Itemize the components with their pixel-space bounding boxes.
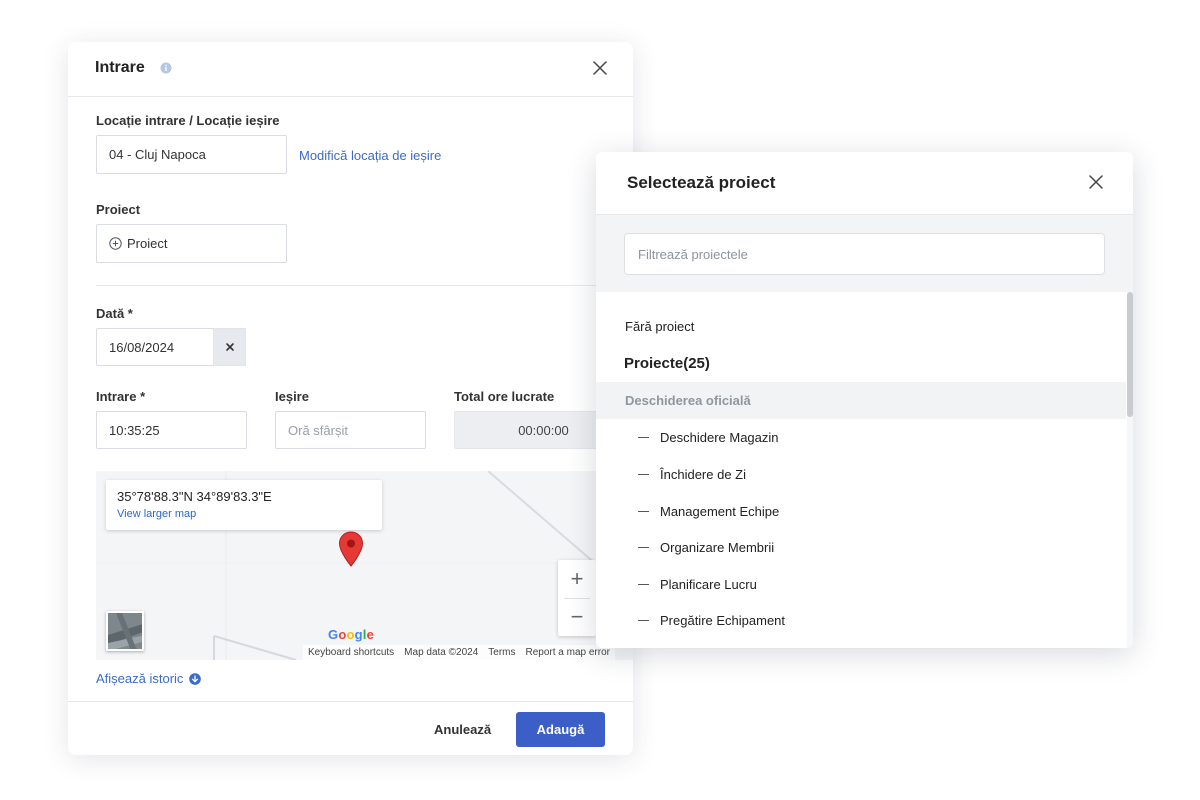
view-larger-map-link[interactable]: View larger map	[117, 508, 196, 520]
dialog-header: Intrare	[68, 42, 633, 97]
tree-dash	[638, 620, 649, 621]
map-footer: Keyboard shortcuts Map data ©2024 Terms …	[303, 645, 615, 660]
tree-dash	[638, 584, 649, 585]
show-history-link[interactable]: Afișează istoric	[96, 671, 202, 686]
picker-close-icon[interactable]	[1086, 172, 1106, 192]
date-field[interactable]: 16/08/2024	[96, 328, 214, 366]
map-data-text: Map data ©2024	[404, 647, 479, 658]
project-list: Fără proiect Proiecte(25) Deschiderea of…	[596, 292, 1126, 648]
clear-icon	[225, 343, 234, 351]
dialog-title: Intrare	[95, 59, 145, 76]
project-option-label: Închidere de Zi	[660, 467, 746, 482]
terms-link[interactable]: Terms	[483, 645, 520, 660]
project-group-header: Deschiderea oficială	[596, 382, 1126, 419]
show-history-label: Afișează istoric	[96, 671, 184, 686]
tree-dash	[638, 474, 649, 475]
zoom-in-button[interactable]: +	[558, 560, 596, 598]
tree-dash	[638, 437, 649, 438]
arrow-down-circle-icon	[189, 672, 202, 685]
zoom-out-button[interactable]: −	[558, 598, 596, 636]
keyboard-shortcuts-link[interactable]: Keyboard shortcuts	[303, 645, 399, 660]
project-option-label: Deschidere Magazin	[660, 430, 779, 445]
total-hours-label: Total ore lucrate	[454, 389, 555, 404]
map-zoom-control: + −	[558, 560, 596, 636]
time-out-field[interactable]: Oră sfârșit	[275, 411, 426, 449]
tree-dash	[638, 511, 649, 512]
no-project-option[interactable]: Fără proiect	[596, 308, 1126, 345]
picker-title: Selectează proiect	[627, 173, 776, 192]
time-out-label: Ieșire	[275, 389, 309, 404]
section-divider	[96, 285, 633, 286]
project-option-label: Planificare Lucru	[660, 577, 757, 592]
project-select-button[interactable]: Proiect	[96, 224, 287, 263]
no-project-label: Fără proiect	[625, 319, 695, 334]
filter-band: Filtrează proiectele	[596, 215, 1133, 292]
project-option-label: Pregătire Echipament	[660, 613, 786, 628]
project-option[interactable]: Planificare Lucru	[596, 566, 1126, 603]
time-in-label: Intrare *	[96, 389, 146, 404]
project-option-label: Management Echipe	[660, 504, 780, 519]
clear-date-button[interactable]	[213, 328, 246, 366]
close-icon[interactable]	[590, 58, 610, 78]
map-coordinates: 35°78'88.3"N 34°89'83.3"E	[117, 489, 272, 504]
time-in-field[interactable]: 10:35:25	[96, 411, 247, 449]
location-label: Locație intrare / Locație ieșire	[96, 113, 280, 128]
map-marker-icon[interactable]	[338, 531, 364, 567]
location-field[interactable]: 04 - Cluj Napoca	[96, 135, 287, 174]
picker-header: Selectează proiect	[596, 152, 1133, 215]
project-option[interactable]: Management Echipe	[596, 493, 1126, 530]
entry-dialog: Intrare Locație intrare / Locație ieșire…	[68, 42, 633, 755]
cancel-button[interactable]: Anulează	[434, 722, 491, 737]
project-option[interactable]: Deschidere Magazin	[596, 419, 1126, 456]
list-scrollbar-thumb[interactable]	[1127, 292, 1133, 417]
project-option[interactable]: Închidere de Zi	[596, 456, 1126, 493]
map-info-card: 35°78'88.3"N 34°89'83.3"E View larger ma…	[106, 480, 382, 530]
location-map[interactable]: 35°78'88.3"N 34°89'83.3"E View larger ma…	[96, 471, 633, 660]
project-group-label: Deschiderea oficială	[625, 393, 751, 408]
project-button-label: Proiect	[127, 236, 168, 251]
project-option-label: Organizare Membrii	[660, 540, 775, 555]
satellite-thumbnail-icon	[108, 613, 142, 649]
project-option[interactable]: Pregătire Echipament	[596, 602, 1126, 639]
dialog-footer: Anulează Adaugă	[68, 701, 633, 755]
google-logo: Google	[328, 627, 375, 642]
edit-exit-location-link[interactable]: Modifică locația de ieșire	[299, 148, 441, 163]
project-label: Proiect	[96, 202, 141, 217]
projects-section-header: Proiecte(25)	[624, 355, 710, 372]
add-button[interactable]: Adaugă	[516, 712, 605, 747]
project-picker-dialog: Selectează proiect Filtrează proiectele …	[596, 152, 1133, 648]
info-icon[interactable]	[160, 62, 172, 74]
map-satellite-toggle[interactable]	[106, 611, 144, 651]
tree-dash	[638, 547, 649, 548]
project-filter-input[interactable]: Filtrează proiectele	[624, 233, 1105, 275]
plus-circle-icon	[109, 237, 122, 250]
date-label: Dată *	[96, 306, 133, 321]
project-option[interactable]: Organizare Membrii	[596, 529, 1126, 566]
